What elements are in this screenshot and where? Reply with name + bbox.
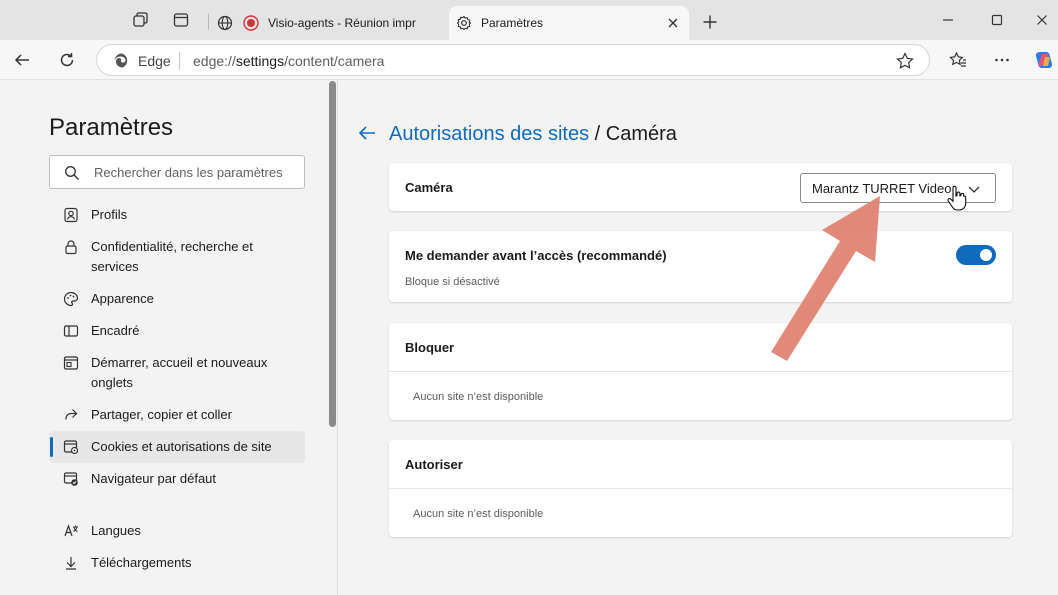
palette-icon xyxy=(63,291,79,307)
tab-parametres[interactable]: Paramètres xyxy=(449,6,689,40)
block-card: Bloquer Aucun site n’est disponible xyxy=(389,323,1012,420)
settings-content: Autorisations des sites / Caméra Caméra … xyxy=(339,81,1058,595)
ask-before-access-subtext: Bloque si désactivé xyxy=(405,276,500,288)
sidebar-item-label: Partager, copier et coller xyxy=(91,407,232,422)
block-title: Bloquer xyxy=(405,340,455,355)
sidebar-item-telechargements[interactable]: Téléchargements xyxy=(49,553,305,573)
favorite-star-icon[interactable] xyxy=(895,51,915,71)
workspaces-icon[interactable] xyxy=(130,10,150,30)
hand-cursor-icon xyxy=(947,185,967,211)
sidebar-item-label: Cookies et autorisations de site xyxy=(91,439,272,454)
block-empty-text: Aucun site n’est disponible xyxy=(413,391,544,403)
sidebar-item-label: Confidentialité, recherche et services xyxy=(91,239,253,274)
edge-logo-icon xyxy=(114,53,128,68)
recording-icon xyxy=(242,14,260,32)
chevron-down-icon xyxy=(968,186,980,193)
ask-before-access-card: Me demander avant l’accès (recommandé) B… xyxy=(389,231,1012,302)
address-separator xyxy=(179,52,180,70)
tab-title: Paramètres xyxy=(481,16,544,30)
url-scheme: edge:// xyxy=(193,53,236,69)
sidebar-item-apparence[interactable]: Apparence xyxy=(49,289,305,309)
tab-title: Visio-agents - Réunion impr xyxy=(268,16,416,30)
search-icon xyxy=(65,166,79,180)
maximize-button[interactable] xyxy=(985,8,1009,32)
address-bar[interactable]: Edge edge://settings/content/camera xyxy=(96,44,930,76)
breadcrumb-separator: / xyxy=(594,123,601,145)
sidebar-item-demarrer[interactable]: Démarrer, accueil et nouveaux onglets xyxy=(49,353,305,393)
sidebar-item-encadre[interactable]: Encadré xyxy=(49,321,305,341)
back-button[interactable] xyxy=(10,48,34,72)
sidebar-item-label: Navigateur par défaut xyxy=(91,471,217,486)
ask-before-access-toggle[interactable] xyxy=(956,245,996,265)
url-host: settings xyxy=(235,53,285,69)
selected-camera-value: Marantz TURRET Video xyxy=(812,181,952,196)
copilot-icon[interactable] xyxy=(1032,48,1056,72)
url-text: edge://settings/content/camera xyxy=(193,53,384,69)
sidebar-item-partager[interactable]: Partager, copier et coller xyxy=(49,405,305,425)
default-browser-icon xyxy=(63,472,78,486)
allow-empty-text: Aucun site n’est disponible xyxy=(413,508,544,520)
gear-icon xyxy=(455,14,473,32)
settings-search-input[interactable] xyxy=(94,156,299,188)
settings-title: Paramètres xyxy=(49,114,174,141)
sidebar-item-navigateur-defaut[interactable]: Navigateur par défaut xyxy=(49,469,305,489)
divider xyxy=(389,488,1012,489)
site-identity-label: Edge xyxy=(138,53,171,69)
more-options-button[interactable] xyxy=(990,48,1014,72)
refresh-button[interactable] xyxy=(55,48,79,72)
breadcrumb: Autorisations des sites / Caméra xyxy=(389,123,677,146)
sidebar-item-label: Démarrer, accueil et nouveaux onglets xyxy=(91,355,268,390)
tab-strip: Visio-agents - Réunion impr Paramètres xyxy=(0,0,1058,40)
settings-sidebar: Paramètres Profils Confidentialité, rech… xyxy=(0,81,338,595)
url-path: /content/camera xyxy=(284,53,385,69)
sidebar-item-label: Profils xyxy=(91,207,128,222)
favorites-button[interactable] xyxy=(946,48,970,72)
share-icon xyxy=(65,409,78,420)
close-tab-icon[interactable] xyxy=(663,13,683,33)
sidebar-item-label: Apparence xyxy=(91,291,154,306)
close-window-button[interactable] xyxy=(1030,8,1054,32)
toggle-knob xyxy=(980,249,992,261)
tab-separator xyxy=(208,14,209,30)
cookie-permissions-icon xyxy=(63,440,79,455)
globe-icon xyxy=(216,14,234,32)
camera-label: Caméra xyxy=(405,180,453,195)
sidebar-item-confidentialite[interactable]: Confidentialité, recherche et services xyxy=(49,237,305,277)
ask-before-access-label: Me demander avant l’accès (recommandé) xyxy=(405,248,667,263)
breadcrumb-parent-link[interactable]: Autorisations des sites xyxy=(389,123,589,145)
lock-icon xyxy=(65,240,77,255)
sidebar-scrollbar[interactable] xyxy=(329,81,336,427)
breadcrumb-current: Caméra xyxy=(605,123,677,145)
sidebar-item-label: Téléchargements xyxy=(91,555,192,570)
profile-icon xyxy=(64,207,78,223)
allow-card: Autoriser Aucun site n’est disponible xyxy=(389,440,1012,537)
sidebar-panel-icon xyxy=(63,325,79,337)
back-arrow-icon[interactable] xyxy=(357,123,377,143)
sidebar-item-label: Langues xyxy=(91,523,141,538)
sidebar-item-langues[interactable]: Langues xyxy=(49,521,305,541)
sidebar-item-profils[interactable]: Profils xyxy=(49,205,305,225)
divider xyxy=(389,371,1012,372)
settings-search-box[interactable] xyxy=(49,155,305,189)
camera-device-card: Caméra Marantz TURRET Video xyxy=(389,163,1012,211)
home-tabs-icon xyxy=(63,356,79,370)
tab-actions-icon[interactable] xyxy=(171,10,191,30)
tab-visio-agents[interactable]: Visio-agents - Réunion impr xyxy=(212,6,446,40)
sidebar-item-label: Encadré xyxy=(91,323,140,338)
language-icon xyxy=(64,524,78,537)
sidebar-item-cookies[interactable]: Cookies et autorisations de site xyxy=(49,431,305,463)
browser-toolbar: Edge edge://settings/content/camera xyxy=(0,40,1058,80)
download-icon xyxy=(66,557,76,570)
new-tab-button[interactable] xyxy=(698,10,722,34)
allow-title: Autoriser xyxy=(405,457,463,472)
minimize-button[interactable] xyxy=(936,8,960,32)
